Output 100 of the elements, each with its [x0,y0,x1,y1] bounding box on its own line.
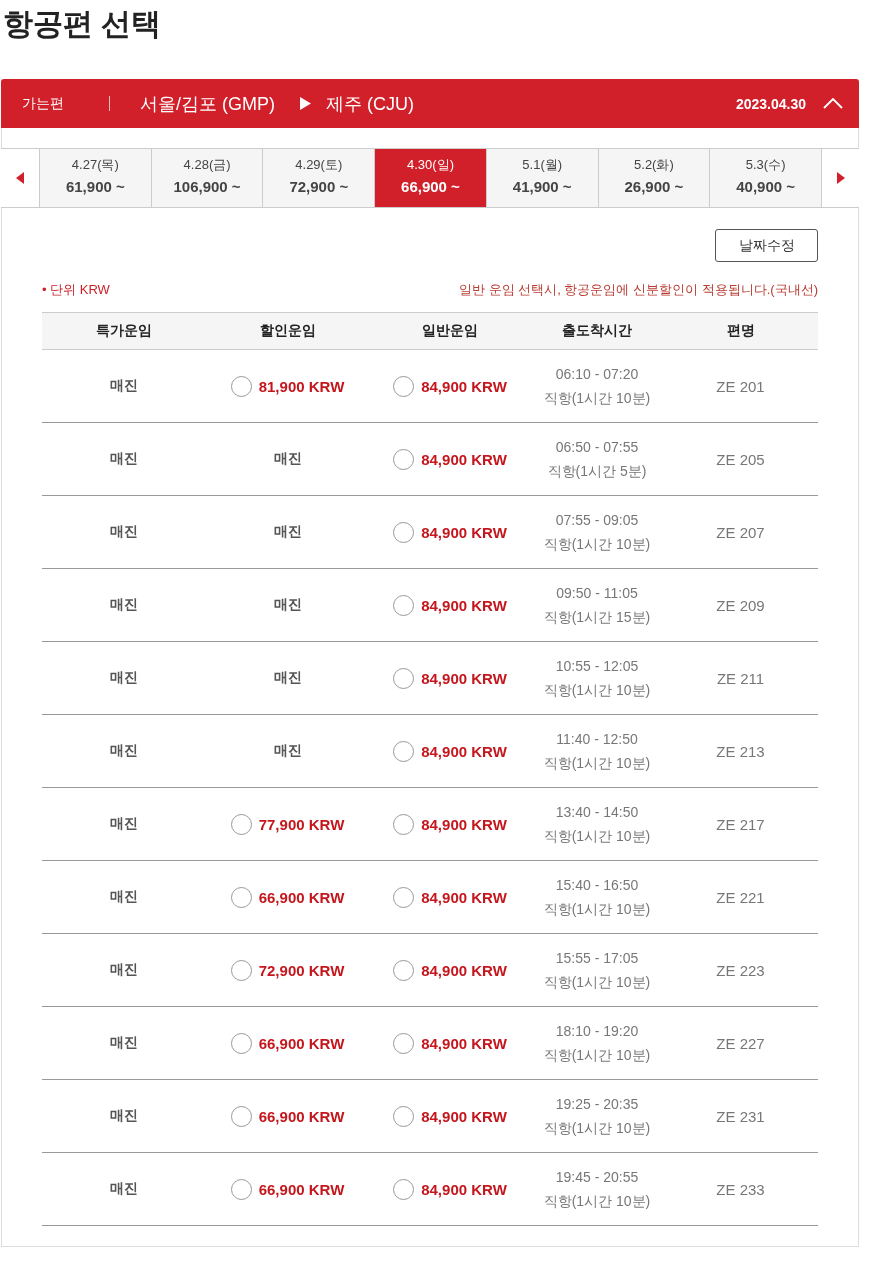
flight-number: ZE 205 [716,450,765,468]
sold-out-label: 매진 [110,377,138,395]
date-tab[interactable]: 4.30(일) 66,900 ~ [374,149,486,207]
radio-button[interactable] [393,886,415,908]
fare-price: 84,900 KRW [421,961,507,979]
flight-duration: 직항(1시간 10분) [543,1192,651,1210]
sold-out-label: 매진 [110,669,138,687]
sold-out-label: 매진 [110,1180,138,1198]
sold-out-label: 매진 [273,669,302,687]
radio-button[interactable] [230,375,252,397]
flight-number: ZE 221 [716,888,765,906]
sold-out-label: 매진 [110,1107,138,1125]
flight-duration: 직항(1시간 10분) [543,827,651,845]
date-tab[interactable]: 5.1(월) 41,900 ~ [485,149,598,207]
page-title: 항공편 선택 [3,6,163,42]
destination-airport: 제주 (CJU) [326,92,414,116]
column-header: 일반운임 [422,322,478,340]
flight-number: ZE 233 [716,1180,765,1198]
flight-duration: 직항(1시간 10분) [543,900,651,918]
next-dates-button[interactable] [821,149,859,207]
flight-duration: 직항(1시간 10분) [543,754,651,772]
date-tab[interactable]: 5.2(화) 26,900 ~ [597,149,710,207]
triangle-right-icon [836,172,845,184]
sold-out-label: 매진 [110,523,138,541]
flight-duration: 직항(1시간 15분) [543,608,651,626]
fare-price: 66,900 KRW [258,1180,345,1198]
flight-time: 18:10 - 19:20 [555,1022,639,1040]
flight-number: ZE 217 [716,815,765,833]
column-header: 특가운임 [96,322,152,340]
sold-out-label: 매진 [273,742,302,760]
sold-out-label: 매진 [110,742,138,760]
fare-price: 84,900 KRW [421,1180,507,1198]
radio-button[interactable] [393,1178,415,1200]
date-tab[interactable]: 5.3(수) 40,900 ~ [709,149,821,207]
triangle-left-icon [16,172,24,184]
flight-time: 07:55 - 09:05 [555,511,639,529]
discount-note: 일반 운임 선택시, 항공운임에 신분할인이 적용됩니다.(국내선) [459,281,818,299]
flight-number: ZE 209 [716,596,765,614]
chevron-up-icon[interactable] [823,98,843,109]
column-header: 할인운임 [259,322,316,340]
flight-number: ZE 213 [716,742,765,760]
fare-price: 84,900 KRW [421,742,507,760]
fare-price: 77,900 KRW [258,815,345,833]
radio-button[interactable] [230,886,252,908]
radio-button[interactable] [393,1105,415,1127]
trip-direction-label: 가는편 [22,94,65,113]
radio-button[interactable] [230,1178,252,1200]
fare-price: 84,900 KRW [421,815,507,833]
column-header: 편명 [726,322,755,340]
radio-button[interactable] [393,667,415,689]
radio-button[interactable] [393,1032,415,1054]
flight-time: 15:40 - 16:50 [555,876,639,894]
date-tab[interactable]: 4.29(토) 72,900 ~ [262,149,375,207]
flight-number: ZE 227 [716,1034,765,1052]
radio-button[interactable] [230,1032,252,1054]
fare-price: 84,900 KRW [421,1107,507,1125]
radio-button[interactable] [393,521,415,543]
flight-time: 19:25 - 20:35 [555,1095,639,1113]
flight-time: 15:55 - 17:05 [555,949,639,967]
flight-duration: 직항(1시간 10분) [543,973,651,991]
radio-button[interactable] [230,813,252,835]
sold-out-label: 매진 [110,961,138,979]
radio-button[interactable] [393,594,415,616]
date-tab[interactable]: 4.27(목) 61,900 ~ [39,149,151,207]
radio-button[interactable] [393,959,415,981]
edit-date-button[interactable]: 날짜수정 [715,229,818,262]
sold-out-label: 매진 [273,596,302,614]
flight-time: 11:40 - 12:50 [556,730,638,748]
flight-time: 09:50 - 11:05 [556,584,638,602]
radio-button[interactable] [393,448,415,470]
fare-price: 84,900 KRW [421,450,507,468]
unit-note: • 단위 KRW [42,281,110,299]
flight-duration: 직항(1시간 10분) [543,535,651,553]
flight-number: ZE 223 [716,961,765,979]
flight-number: ZE 211 [716,669,765,687]
fare-price: 84,900 KRW [421,377,507,395]
column-header: 출도착시간 [562,322,632,340]
sold-out-label: 매진 [110,596,138,614]
fare-price: 72,900 KRW [258,961,345,979]
flight-time: 06:10 - 07:20 [555,365,639,383]
flight-time: 13:40 - 14:50 [555,803,639,821]
radio-button[interactable] [393,813,415,835]
triangle-right-icon [300,97,311,110]
sold-out-label: 매진 [110,888,138,906]
flight-time: 06:50 - 07:55 [555,438,639,456]
flight-number: ZE 207 [716,523,765,541]
radio-button[interactable] [230,959,252,981]
flight-number: ZE 231 [716,1107,765,1125]
date-tab[interactable]: 4.28(금) 106,900 ~ [150,149,263,207]
radio-button[interactable] [230,1105,252,1127]
sold-out-label: 매진 [110,450,138,468]
origin-airport: 서울/김포 (GMP) [140,92,275,116]
flight-duration: 직항(1시간 10분) [543,1119,651,1137]
radio-button[interactable] [393,375,415,397]
flight-duration: 직항(1시간 10분) [543,681,651,699]
flight-duration: 직항(1시간 10분) [543,389,651,407]
selected-date: 2023.04.30 [735,95,806,112]
fare-price: 84,900 KRW [421,1034,507,1052]
flight-duration: 직항(1시간 5분) [547,462,647,480]
radio-button[interactable] [393,740,415,762]
